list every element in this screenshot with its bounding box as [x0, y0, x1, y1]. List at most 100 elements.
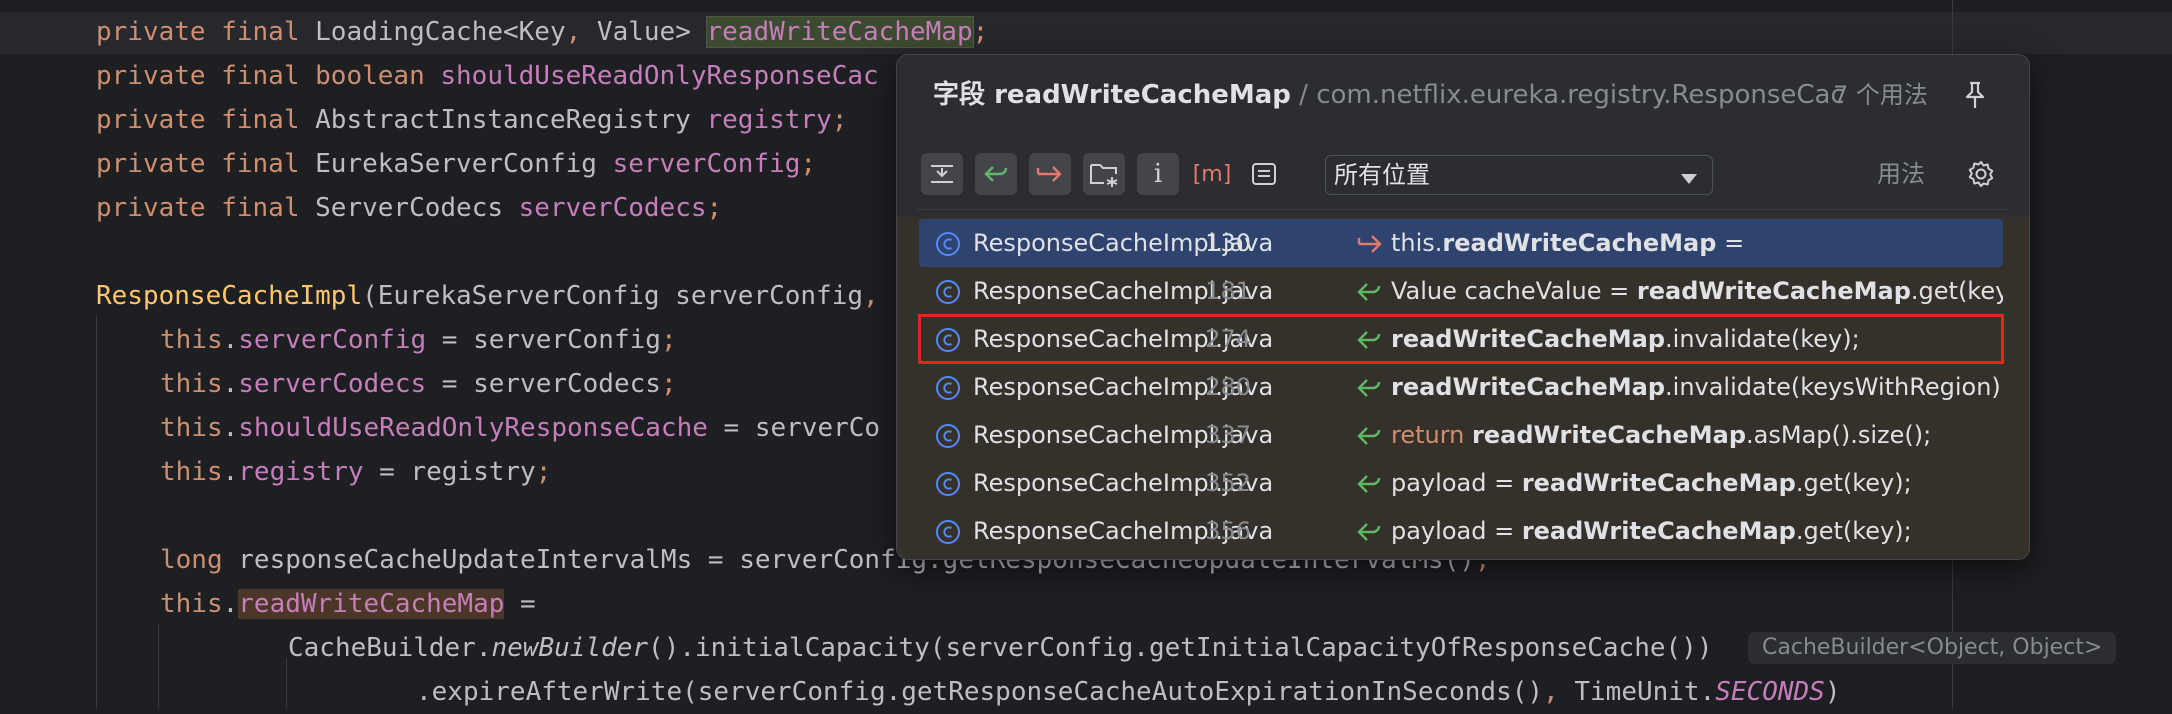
- title-class-path: com.netflix.eureka.registry.ResponseCach…: [1316, 80, 1843, 110]
- code-line[interactable]: ResponseCacheImpl(EurekaServerConfig ser…: [96, 274, 879, 318]
- code-token: this: [160, 457, 223, 487]
- usages-toolbar: i [m] 所有位置 用法: [897, 147, 2029, 207]
- code-line[interactable]: this.serverCodecs = serverCodecs;: [160, 362, 677, 406]
- code-token: AbstractInstanceRegistry: [315, 105, 707, 135]
- code-token: serverConfig: [238, 325, 427, 355]
- code-token: newBuilder: [491, 633, 649, 663]
- code-token: this: [160, 413, 223, 443]
- info-icon[interactable]: i: [1137, 153, 1179, 195]
- brackets-icon[interactable]: [m]: [1191, 153, 1233, 195]
- snippet-field: readWriteCacheMap: [1521, 469, 1796, 497]
- usage-code-snippet: readWriteCacheMap.invalidate(keysWithReg…: [1391, 363, 2001, 411]
- code-token: .: [222, 589, 239, 619]
- usages-list: ResponseCacheImpl.java 130 this.readWriteC…: [897, 217, 2029, 559]
- usage-row[interactable]: ResponseCacheImpl.java 274 readWriteCacheM…: [918, 314, 2004, 364]
- title-field-name: readWriteCacheMap: [994, 80, 1291, 110]
- code-line[interactable]: this.shouldUseReadOnlyResponseCache = se…: [160, 406, 880, 450]
- usage-line-number: 130: [1205, 229, 1251, 257]
- code-token: registry: [238, 457, 364, 487]
- code-token: ;: [972, 17, 989, 47]
- popup-header: 字段 readWriteCacheMap / com.netflix.eurek…: [897, 55, 2029, 135]
- code-token: TimeUnit.: [1574, 677, 1716, 707]
- code-token: .: [222, 457, 239, 487]
- code-token: = serverCodecs: [426, 369, 661, 399]
- read-access-icon: [1357, 521, 1383, 549]
- usage-row[interactable]: ResponseCacheImpl.java 352 payload = readW…: [919, 459, 2003, 507]
- code-token: private final: [96, 193, 316, 223]
- usage-code-snippet: payload = readWriteCacheMap.get(key);: [1391, 507, 1912, 555]
- code-token: private final: [96, 17, 316, 47]
- code-token: this: [160, 325, 223, 355]
- snippet-suffix: .get(key);: [1795, 469, 1912, 497]
- snippet-prefix: this.: [1391, 229, 1443, 257]
- find-usages-popup[interactable]: 字段 readWriteCacheMap / com.netflix.eurek…: [896, 54, 2030, 560]
- code-line[interactable]: private final LoadingCache<Key, Value> r…: [96, 10, 988, 54]
- usage-row[interactable]: ResponseCacheImpl.java 130 this.readWriteC…: [919, 219, 2003, 267]
- code-token: ;: [535, 457, 552, 487]
- code-token: .: [222, 413, 239, 443]
- read-access-icon: [1357, 329, 1383, 357]
- pin-icon[interactable]: [1957, 77, 1993, 113]
- code-token: = registry: [363, 457, 536, 487]
- code-token: .expireAfterWrite(serverConfig.getRespon…: [416, 677, 1544, 707]
- code-token: private final: [96, 149, 316, 179]
- usage-line-number: 337: [1205, 421, 1251, 449]
- popup-title: 字段 readWriteCacheMap / com.netflix.eurek…: [933, 55, 1843, 135]
- code-token: .: [222, 325, 239, 355]
- code-token: ResponseCacheImpl: [96, 281, 363, 311]
- code-token: serverConfig: [612, 149, 801, 179]
- code-token: ;: [660, 369, 677, 399]
- usage-row[interactable]: ResponseCacheImpl.java 280 readWriteCacheM…: [919, 363, 2003, 411]
- indent-guide: [286, 658, 287, 708]
- usages-link[interactable]: 用法: [1877, 153, 1925, 195]
- gear-icon[interactable]: [1963, 156, 1999, 192]
- merge-lines-icon[interactable]: [921, 153, 963, 195]
- usage-line-number: 356: [1205, 517, 1251, 545]
- snippet-field: readWriteCacheMap: [1472, 421, 1747, 449]
- snippet-suffix: .get(key): [1910, 277, 2003, 305]
- code-token: ServerCodecs: [315, 193, 519, 223]
- code-token: readWriteCacheMap: [705, 16, 974, 48]
- write-access-icon[interactable]: [1029, 153, 1071, 195]
- usage-code-snippet: payload = readWriteCacheMap.get(key);: [1391, 459, 1912, 507]
- code-line[interactable]: private final boolean shouldUseReadOnlyR…: [96, 54, 879, 98]
- code-line[interactable]: private final ServerCodecs serverCodecs;: [96, 186, 722, 230]
- code-line[interactable]: private final AbstractInstanceRegistry r…: [96, 98, 847, 142]
- code-token: long: [160, 545, 239, 575]
- read-access-icon: [1357, 377, 1383, 405]
- code-line[interactable]: CacheBuilder.newBuilder().initialCapacit…: [288, 626, 1712, 670]
- code-line[interactable]: .expireAfterWrite(serverConfig.getRespon…: [416, 670, 1840, 714]
- read-access-icon: [1357, 281, 1383, 309]
- code-token: ): [1824, 677, 1841, 707]
- title-separator: /: [1290, 80, 1317, 110]
- code-token: private final boolean: [96, 61, 441, 91]
- snippet-suffix: .invalidate(keysWithRegion): [1665, 373, 2001, 401]
- scope-dropdown[interactable]: 所有位置: [1325, 155, 1713, 195]
- read-access-icon[interactable]: [975, 153, 1017, 195]
- code-token: this: [160, 369, 223, 399]
- usage-row[interactable]: ResponseCacheImpl.java 181 Value cacheValu…: [919, 267, 2003, 315]
- code-line[interactable]: this.serverConfig = serverConfig;: [160, 318, 677, 362]
- code-token: private final: [96, 105, 316, 135]
- code-token: = serverCo: [707, 413, 881, 443]
- usage-code-snippet: readWriteCacheMap.invalidate(key);: [1391, 315, 1860, 363]
- scope-value: 所有位置: [1334, 161, 1430, 189]
- snippet-field: readWriteCacheMap: [1442, 229, 1717, 257]
- code-token: ;: [800, 149, 817, 179]
- code-line[interactable]: this.registry = registry;: [160, 450, 551, 494]
- snippet-field: readWriteCacheMap: [1636, 277, 1911, 305]
- snippet-suffix: .asMap().size();: [1746, 421, 1932, 449]
- usage-row[interactable]: ResponseCacheImpl.java 337 return readWrit…: [919, 411, 2003, 459]
- snippet-keyword: return: [1391, 421, 1473, 449]
- code-token: ,: [1543, 677, 1575, 707]
- code-token: LoadingCache<Key: [315, 17, 566, 47]
- usage-row[interactable]: ResponseCacheImpl.java 356 payload = readW…: [919, 507, 2003, 555]
- snippet-prefix: Value cacheValue =: [1391, 277, 1637, 305]
- preview-icon[interactable]: [1243, 153, 1285, 195]
- snippet-suffix: =: [1716, 229, 1745, 257]
- code-line[interactable]: private final EurekaServerConfig serverC…: [96, 142, 816, 186]
- code-token: SECONDS: [1715, 677, 1825, 707]
- folder-scope-icon[interactable]: [1083, 153, 1125, 195]
- code-line[interactable]: this.readWriteCacheMap =: [160, 582, 536, 626]
- code-token: =: [504, 589, 536, 619]
